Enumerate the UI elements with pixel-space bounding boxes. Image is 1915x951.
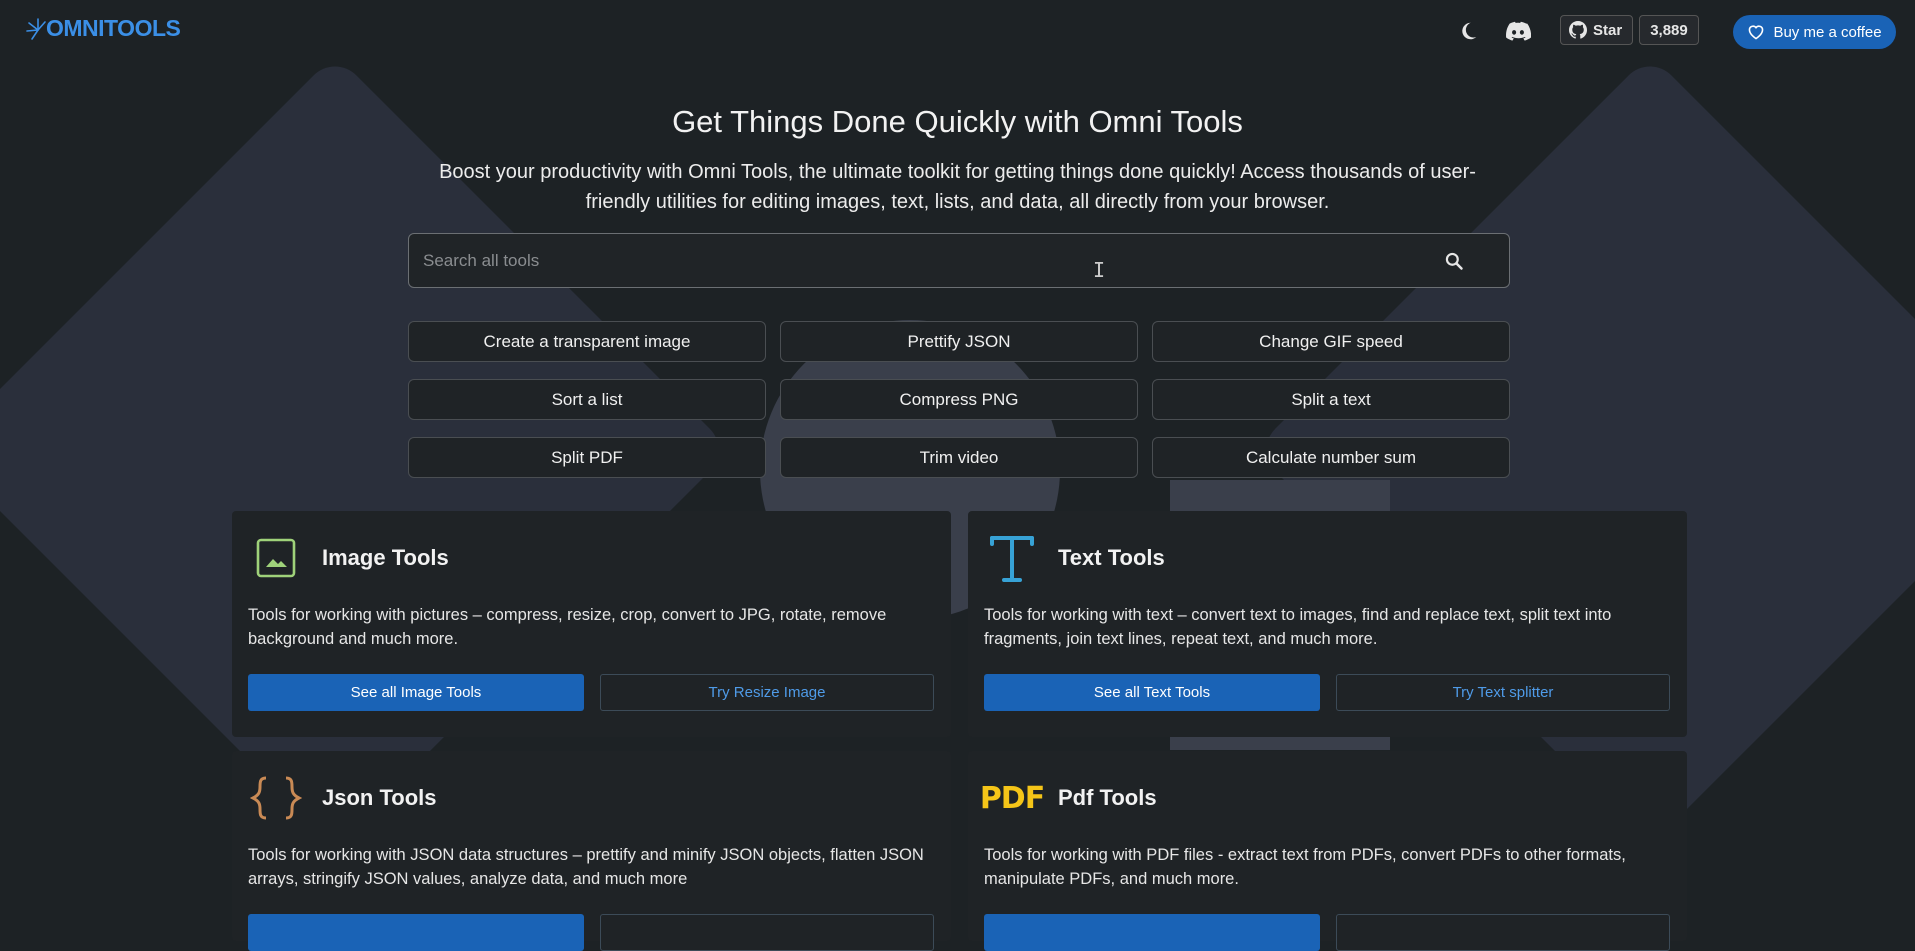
search-box (408, 233, 1510, 288)
quick-tool-sort-list[interactable]: Sort a list (408, 379, 766, 420)
github-star-widget: Star 3,889 (1560, 15, 1699, 45)
search-button[interactable] (1439, 246, 1469, 276)
quick-tool-split-text[interactable]: Split a text (1152, 379, 1510, 420)
discord-icon (1506, 21, 1531, 41)
json-tools-card: Json Tools Tools for working with JSON d… (232, 751, 951, 951)
discord-link[interactable] (1505, 18, 1531, 44)
hero-subtitle: Boost your productivity with Omni Tools,… (439, 161, 1476, 213)
card-title: Json Tools (322, 785, 437, 810)
quick-tool-calculate-number-sum[interactable]: Calculate number sum (1152, 437, 1510, 478)
card-title: Pdf Tools (1058, 785, 1157, 810)
logo-text: OMNITOOLS (46, 15, 181, 41)
github-star-label: Star (1593, 21, 1623, 39)
card-description: Tools for working with text – convert te… (984, 606, 1612, 648)
search-icon (1445, 252, 1463, 270)
card-description: Tools for working with PDF files - extra… (984, 846, 1626, 888)
try-pdf-tool-button[interactable] (1336, 914, 1670, 951)
try-resize-image-button[interactable]: Try Resize Image (600, 674, 934, 711)
quick-tool-change-gif-speed[interactable]: Change GIF speed (1152, 321, 1510, 362)
card-description: Tools for working with JSON data structu… (248, 846, 924, 888)
see-all-text-tools-button[interactable]: See all Text Tools (984, 674, 1320, 711)
quick-tools: Create a transparent image Prettify JSON… (408, 321, 1511, 478)
github-star-count[interactable]: 3,889 (1639, 15, 1699, 45)
see-all-pdf-tools-button[interactable] (984, 914, 1320, 951)
hero-title: Get Things Done Quickly with Omni Tools (672, 104, 1243, 139)
moon-icon (1462, 22, 1477, 40)
dark-mode-toggle[interactable] (1455, 18, 1481, 44)
try-json-tool-button[interactable] (600, 914, 934, 951)
card-title: Text Tools (1058, 545, 1165, 570)
quick-tool-trim-video[interactable]: Trim video (780, 437, 1138, 478)
image-icon (248, 533, 304, 583)
omnitools-logo[interactable]: OMNITOOLS (26, 14, 181, 42)
card-description: Tools for working with pictures – compre… (248, 606, 887, 648)
search-input[interactable] (409, 249, 1439, 272)
buy-me-a-coffee-button[interactable]: Buy me a coffee (1733, 15, 1896, 49)
see-all-image-tools-button[interactable]: See all Image Tools (248, 674, 584, 711)
pdf-icon: PDF (979, 780, 1045, 816)
quick-tool-split-pdf[interactable]: Split PDF (408, 437, 766, 478)
heart-icon (1749, 25, 1764, 40)
text-cursor-icon: I (1093, 258, 1106, 282)
json-icon (248, 773, 304, 823)
github-icon (1569, 21, 1587, 39)
try-text-splitter-button[interactable]: Try Text splitter (1336, 674, 1670, 711)
see-all-json-tools-button[interactable] (248, 914, 584, 951)
pdf-tools-card: PDF Pdf Tools Tools for working with PDF… (968, 751, 1687, 951)
quick-tool-compress-png[interactable]: Compress PNG (780, 379, 1138, 420)
coffee-label: Buy me a coffee (1773, 23, 1882, 41)
github-star-button[interactable]: Star (1560, 15, 1634, 45)
image-tools-card: Image Tools Tools for working with pictu… (232, 511, 951, 737)
text-tools-card: Text Tools Tools for working with text –… (968, 511, 1687, 737)
quick-tool-prettify-json[interactable]: Prettify JSON (780, 321, 1138, 362)
text-icon (984, 533, 1040, 583)
card-title: Image Tools (322, 545, 449, 570)
logo-spark-icon (26, 18, 50, 42)
quick-tool-create-transparent-image[interactable]: Create a transparent image (408, 321, 766, 362)
top-bar: OMNITOOLS Star 3,889 Buy me a coffee (0, 0, 1915, 64)
